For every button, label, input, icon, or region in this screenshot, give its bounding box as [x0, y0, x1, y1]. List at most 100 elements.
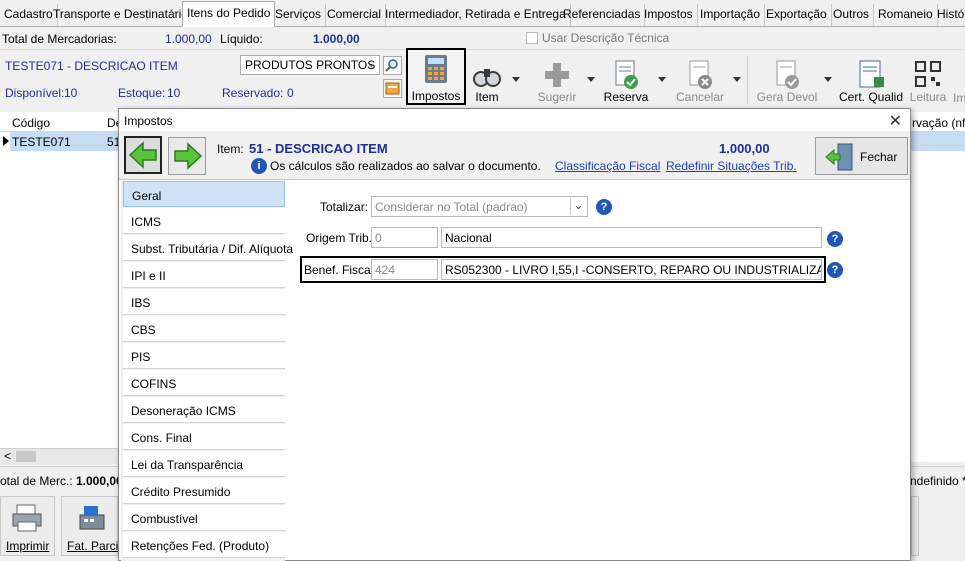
side-item-subst-tributaria[interactable]: Subst. Tributária / Dif. Alíquota [123, 235, 293, 261]
benef-label: Benef. Fiscal: [304, 263, 377, 277]
cert-qualid-label: Cert. Qualid [838, 90, 904, 104]
reserva-label: Reserva [603, 90, 649, 104]
imprimir-button[interactable]: Imprimir [0, 496, 55, 556]
leitura-button[interactable]: Leitura [906, 56, 950, 106]
totalizar-value: Considerar no Total (padrao) [375, 200, 528, 214]
item-button[interactable]: Item [468, 56, 506, 106]
total-mercadorias-value: 1.000,00 [165, 32, 212, 46]
footer-total-merc-value: 1.000,00 [76, 474, 123, 488]
side-item-cons-final[interactable]: Cons. Final [123, 424, 285, 450]
item-dropdown-icon[interactable] [512, 77, 520, 82]
side-item-cbs[interactable]: CBS [123, 316, 285, 342]
dialog-title: Impostos [124, 114, 173, 128]
estoque-label: Estoque: [118, 86, 166, 100]
calculator-icon [425, 55, 447, 83]
side-item-pis[interactable]: PIS [123, 343, 285, 369]
exit-door-icon [825, 143, 853, 171]
benef-desc-field[interactable]: RS052300 - LIVRO I,55,I -CONSERTO, REPAR… [441, 259, 822, 280]
dialog-header: Item: 51 - DESCRICAO ITEM 1.000,00 i Os … [119, 131, 910, 179]
sugerir-button[interactable]: Sugerir [532, 56, 582, 106]
certificate-icon [859, 60, 884, 88]
row-indicator-icon [3, 136, 9, 146]
cell-codigo: TESTE071 [12, 135, 71, 149]
grupo-combo[interactable]: PRODUTOS PRONTOS ⌄ [240, 55, 380, 75]
header-divider [119, 179, 910, 180]
previous-item-button[interactable] [124, 136, 162, 174]
tab-comercial[interactable]: Comercial [323, 4, 387, 26]
origem-code-field[interactable]: 0 [371, 227, 438, 248]
reserva-dropdown-icon[interactable] [658, 77, 666, 82]
tab-impostos[interactable]: Impostos [640, 4, 698, 26]
side-item-ipi[interactable]: IPI e II [123, 262, 285, 288]
side-item-geral[interactable]: Geral [123, 181, 285, 207]
leitura-label: Leitura [909, 90, 947, 104]
side-item-credito-presumido[interactable]: Crédito Presumido [123, 478, 285, 504]
cash-register-icon [79, 506, 105, 530]
gera-devol-dropdown-icon[interactable] [824, 77, 832, 82]
edit-button[interactable] [383, 79, 402, 98]
close-icon[interactable]: ✕ [889, 111, 902, 131]
tab-intermediador[interactable]: Intermediador, Retirada e Entrega [381, 4, 571, 26]
origem-desc-field[interactable]: Nacional [441, 227, 822, 248]
benef-code-field[interactable]: 424 [371, 259, 438, 280]
return-document-icon [776, 60, 799, 89]
plus-icon [545, 63, 569, 87]
scroll-left-icon[interactable]: < [4, 449, 11, 463]
side-item-ibs[interactable]: IBS [123, 289, 285, 315]
next-item-button[interactable] [168, 137, 206, 175]
reserva-button[interactable]: Reserva [600, 56, 652, 106]
side-item-lei-transparencia[interactable]: Lei da Transparência [123, 451, 285, 477]
tab-servicos[interactable]: Serviços [271, 4, 327, 26]
edit-icon [385, 82, 400, 95]
origem-label: Origem Trib.: [306, 231, 376, 245]
gera-devol-button[interactable]: Gera Devol [755, 56, 819, 106]
search-button[interactable] [383, 56, 402, 75]
imprimir-label: Imprimir [6, 539, 50, 553]
tab-outros[interactable]: Outros [829, 4, 875, 26]
tab-referenciadas[interactable]: Referenciadas [559, 4, 646, 26]
classificacao-fiscal-link[interactable]: Classificação Fiscal [555, 159, 660, 173]
tab-itens-do-pedido[interactable]: Itens do Pedido [182, 1, 276, 27]
sugerir-dropdown-icon[interactable] [587, 77, 595, 82]
grupo-combo-value: PRODUTOS PRONTOS [245, 58, 376, 72]
redefinir-situacoes-link[interactable]: Redefinir Situações Trib. [666, 159, 797, 173]
tab-bar: Cadastro Transporte e Destinatário Itens… [0, 0, 965, 27]
side-item-combustivel[interactable]: Combustível [123, 505, 285, 531]
cancelar-button[interactable]: Cancelar [674, 56, 726, 106]
reservado-value: 0 [287, 86, 294, 100]
tab-historico[interactable]: Histó [933, 4, 965, 26]
fat-parcial-button[interactable]: Fat. Parcia [61, 496, 125, 556]
sugerir-label: Sugerir [537, 90, 577, 104]
dialog-sidebar: Geral ICMS Subst. Tributária / Dif. Alíq… [121, 181, 293, 561]
usar-descricao-checkbox[interactable] [526, 32, 538, 44]
scroll-thumb[interactable] [16, 451, 36, 462]
tab-romaneio[interactable]: Romaneio [874, 4, 938, 26]
item-label: Item: [217, 142, 244, 156]
reservado-label: Reservado: [222, 86, 284, 100]
origem-help-icon[interactable]: ? [827, 231, 843, 247]
disponivel-label: Disponível: [5, 86, 65, 100]
side-item-cofins[interactable]: COFINS [123, 370, 285, 396]
reserve-document-icon [615, 60, 638, 89]
side-item-retencoes[interactable]: Retenções Fed. (Produto) [123, 532, 285, 558]
totalizar-select[interactable]: Considerar no Total (padrao) ⌄ [371, 196, 588, 217]
cancelar-dropdown-icon[interactable] [733, 77, 741, 82]
col-observacao: rvação (nfe [912, 116, 965, 130]
tab-importacao[interactable]: Importação [696, 4, 766, 26]
cert-qualid-button[interactable]: Cert. Qualid [838, 56, 904, 106]
side-item-desoneracao[interactable]: Desoneração ICMS [123, 397, 285, 423]
side-item-icms[interactable]: ICMS [123, 208, 285, 234]
totalizar-help-icon[interactable]: ? [596, 199, 612, 215]
col-codigo: Código [12, 116, 51, 130]
impostos-button[interactable]: Impostos [406, 48, 466, 105]
fechar-label: Fechar [860, 150, 898, 164]
tab-transporte[interactable]: Transporte e Destinatário [49, 4, 193, 26]
horizontal-scrollbar[interactable]: < [0, 448, 118, 464]
tab-exportacao[interactable]: Exportação [762, 4, 832, 26]
benef-help-icon[interactable]: ? [827, 262, 843, 278]
fechar-button[interactable]: Fechar [815, 137, 908, 175]
extra-bottom-button[interactable] [911, 496, 919, 556]
liquido-value: 1.000,00 [313, 32, 360, 46]
item-label: Item [475, 90, 499, 104]
cell-obs-bg [910, 132, 965, 151]
